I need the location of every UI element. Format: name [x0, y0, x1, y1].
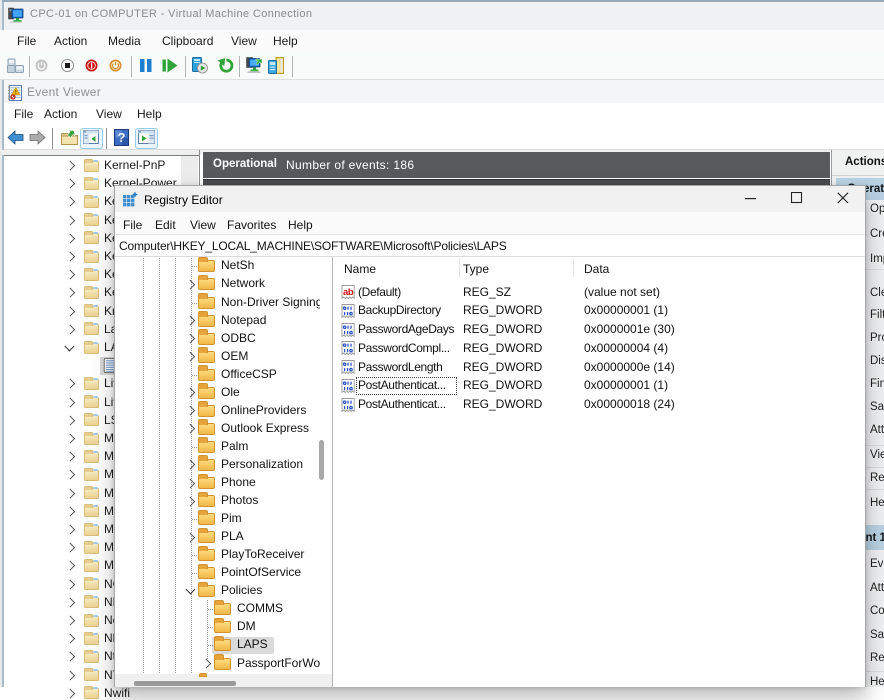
svg-text:?: ?: [118, 130, 126, 145]
svg-text:ab: ab: [343, 287, 354, 298]
